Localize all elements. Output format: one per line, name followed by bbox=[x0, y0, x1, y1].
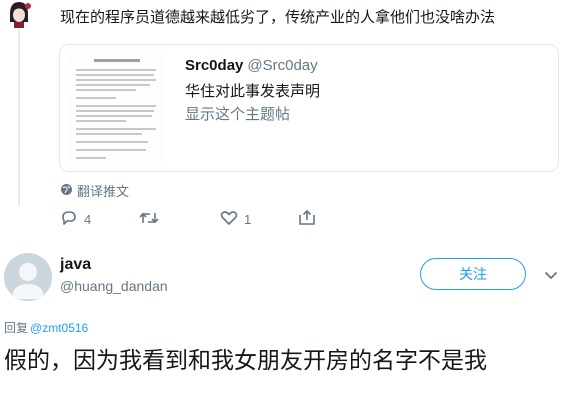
reply-author-header: java @huang_dandan 关注 bbox=[0, 248, 578, 320]
quoted-author-handle: @Src0day bbox=[247, 57, 318, 74]
share-button[interactable] bbox=[298, 209, 316, 229]
reply-button[interactable]: 4 bbox=[60, 210, 91, 229]
document-thumbnail-icon bbox=[68, 51, 164, 167]
tweet-actions: 4 1 bbox=[60, 209, 360, 230]
quoted-tweet-card[interactable]: Src0day @Src0day 华住对此事发表声明 显示这个主题帖 bbox=[59, 44, 559, 172]
quoted-author: Src0day @Src0day bbox=[185, 57, 318, 74]
replying-to: 回复 @zmt0516 bbox=[4, 319, 88, 336]
retweet-icon bbox=[138, 210, 160, 229]
globe-icon bbox=[60, 183, 73, 199]
translate-tweet-link[interactable]: 翻译推文 bbox=[60, 181, 129, 200]
thread-line bbox=[18, 30, 20, 206]
quoted-tweet-text: 华住对此事发表声明 bbox=[185, 83, 321, 100]
tweet-text: 现在的程序员道德越来越低劣了，传统产业的人拿他们也没啥办法 bbox=[60, 9, 496, 26]
follow-button[interactable]: 关注 bbox=[420, 258, 526, 290]
author-handle[interactable]: @huang_dandan bbox=[60, 278, 168, 294]
avatar[interactable] bbox=[4, 0, 34, 28]
like-button[interactable]: 1 bbox=[220, 210, 251, 229]
translate-label: 翻译推文 bbox=[77, 184, 130, 199]
replying-to-label: 回复 bbox=[4, 321, 29, 335]
show-thread-link[interactable]: 显示这个主题帖 bbox=[185, 103, 290, 124]
top-tweet: 现在的程序员道德越来越低劣了，传统产业的人拿他们也没啥办法 Src0day @Sr… bbox=[0, 0, 578, 228]
replying-to-mention[interactable]: @zmt0516 bbox=[30, 321, 88, 335]
author-name[interactable]: java bbox=[60, 256, 91, 274]
like-count: 1 bbox=[244, 212, 252, 227]
quoted-author-name: Src0day bbox=[185, 57, 244, 74]
heart-icon bbox=[220, 210, 238, 229]
chevron-down-icon[interactable] bbox=[542, 268, 560, 282]
default-avatar-icon[interactable] bbox=[4, 253, 52, 301]
share-icon bbox=[298, 209, 316, 229]
reply-count: 4 bbox=[84, 212, 92, 227]
retweet-button[interactable] bbox=[138, 210, 166, 229]
reply-text: 假的，因为我看到和我女朋友开房的名字不是我 bbox=[4, 348, 487, 374]
reply-icon bbox=[60, 210, 78, 229]
